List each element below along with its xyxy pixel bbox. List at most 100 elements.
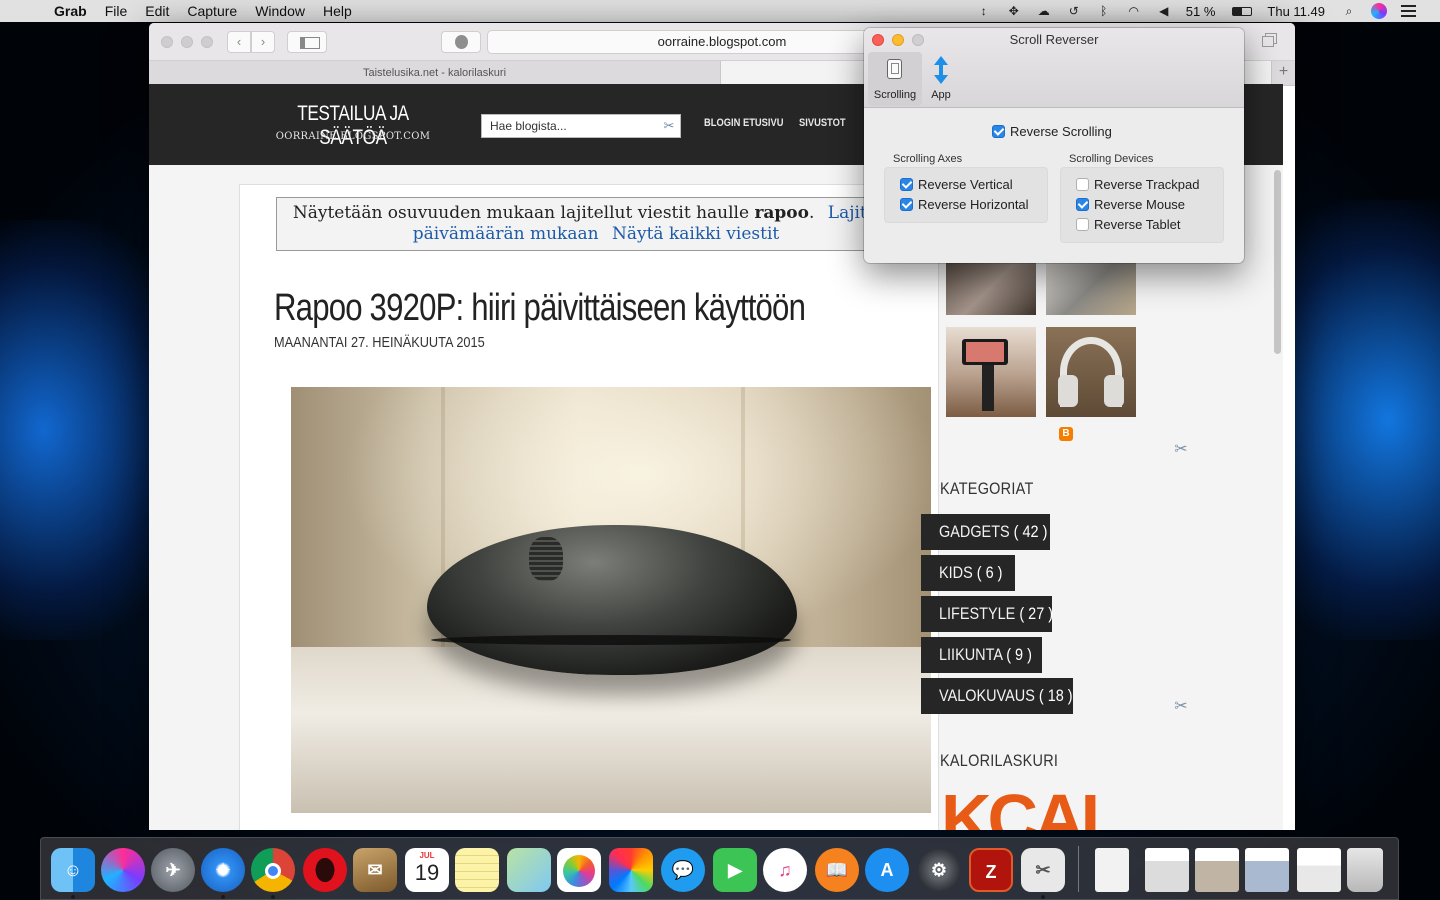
blogger-icon[interactable]: B [1059,427,1073,441]
sidebar-toggle-icon[interactable] [287,31,327,53]
screenshot-stack-1[interactable] [1145,848,1189,892]
menu-bar: Grab File Edit Capture Window Help ↕ ✥ ☁… [0,0,1440,22]
category-count: ( 18 ) [1038,686,1073,705]
safari-icon[interactable]: ✧ [201,848,245,892]
calendar-month: JUL [419,851,435,860]
back-button[interactable]: ‹ [227,31,251,53]
opera-icon[interactable] [303,848,347,892]
grab-icon[interactable]: ✂ [1021,848,1065,892]
facetime-icon[interactable]: ▶ [713,848,757,892]
notification-center-icon[interactable] [1401,5,1416,17]
screenshot-stack-3[interactable] [1245,848,1289,892]
mail-icon[interactable]: ✉ [353,848,397,892]
trash-icon[interactable] [1347,848,1383,892]
dock-separator [1078,846,1079,892]
nav-sites[interactable]: SIVUSTOT [799,117,846,129]
notice-text: Näytetään osuvuuden mukaan lajitellut vi… [292,203,755,223]
tab-app[interactable]: App [914,52,968,106]
category-kids[interactable]: KIDS ( 6 ) [921,555,1015,591]
messages-icon[interactable]: 💬 [661,848,705,892]
bluetooth-icon[interactable]: ᛒ [1096,4,1112,18]
reverse-mouse-checkbox[interactable]: Reverse Mouse [1076,197,1185,212]
checkbox-checked[interactable] [900,198,913,211]
pinwheel-app-icon[interactable] [609,848,653,892]
document-stack-icon[interactable] [1095,848,1129,892]
menu-edit[interactable]: Edit [145,3,169,19]
photos-icon[interactable] [557,848,601,892]
browser-minimize-button[interactable] [181,36,193,48]
ibooks-icon[interactable]: 📖 [815,848,859,892]
reverse-horizontal-checkbox[interactable]: Reverse Horizontal [900,197,1029,212]
thumbnail-drone-2[interactable] [1046,259,1136,315]
volume-icon[interactable]: ◀ [1156,4,1172,18]
screenshot-stack-4[interactable] [1297,848,1341,892]
wifi-icon[interactable]: ◠ [1126,4,1142,18]
menu-help[interactable]: Help [323,3,352,19]
calendar-icon[interactable]: JUL 19 [405,848,449,892]
battery-icon[interactable] [1231,4,1253,18]
menu-capture[interactable]: Capture [187,3,237,19]
checkbox-checked[interactable] [900,178,913,191]
menubar-clock[interactable]: Thu 11.49 [1267,4,1325,19]
cloud-icon[interactable]: ☁ [1036,4,1052,18]
itunes-icon[interactable]: ♫ [763,848,807,892]
category-name: GADGETS [939,522,1010,541]
scroll-reverser-status-icon[interactable]: ↕ [976,4,992,18]
finder-icon[interactable]: ☺ [51,848,95,892]
blog-search-input[interactable]: Hae blogista... ✂ [481,114,681,138]
filezilla-icon[interactable]: Z [969,848,1013,892]
nav-blog-home[interactable]: BLOGIN ETUSIVU [704,117,783,129]
category-name: KIDS [939,563,973,582]
chrome-icon[interactable] [251,848,295,892]
menu-window[interactable]: Window [255,3,305,19]
blog-title[interactable]: TESTAILUA JA SÄÄTÖÄ [278,102,429,150]
screenshot-stack-2[interactable] [1195,848,1239,892]
accessibility-icon[interactable]: ✥ [1006,4,1022,18]
battery-percent[interactable]: 51 % [1186,4,1216,19]
new-tab-button[interactable]: + [1271,61,1295,85]
tab-overview-icon[interactable] [1257,31,1281,53]
thumbnail-headphones[interactable] [1046,327,1136,417]
reverse-tablet-checkbox[interactable]: Reverse Tablet [1076,217,1180,232]
post-image-mouse[interactable] [291,387,931,813]
siri-icon[interactable] [1371,3,1387,19]
widget-tools-icon[interactable]: ✂ [1171,440,1191,460]
search-tools-icon[interactable]: ✂ [660,117,678,135]
browser-close-button[interactable] [161,36,173,48]
checkbox-checked[interactable] [1076,198,1089,211]
thumbnail-drone-1[interactable] [946,259,1036,315]
siri-dock-icon[interactable] [101,848,145,892]
app-menu[interactable]: Grab [54,3,87,19]
maps-icon[interactable] [507,848,551,892]
checkbox-unchecked[interactable] [1076,218,1089,231]
launchpad-icon[interactable]: ✈ [151,848,195,892]
forward-button[interactable]: › [251,31,275,53]
thumbnail-gimbal[interactable] [946,327,1036,417]
system-preferences-icon[interactable]: ⚙ [917,848,961,892]
tab-kalorilaskuri[interactable]: Taistelusika.net - kalorilaskuri [149,61,721,85]
reverse-vertical-checkbox[interactable]: Reverse Vertical [900,177,1013,192]
browser-zoom-button[interactable] [201,36,213,48]
show-all-posts-link[interactable]: Näytä kaikki viestit [612,224,779,244]
checkbox-checked[interactable] [992,125,1005,138]
privacy-shield-icon[interactable] [441,31,481,53]
widget-tools-icon-2[interactable]: ✂ [1171,697,1191,717]
page-scrollbar[interactable] [1274,170,1281,354]
spotlight-icon[interactable]: ⌕ [1341,4,1357,18]
reverse-scrolling-checkbox[interactable]: Reverse Scrolling [992,124,1112,139]
kcal-logo[interactable]: KCAL [941,784,1123,830]
checkbox-unchecked[interactable] [1076,178,1089,191]
menu-file[interactable]: File [105,3,128,19]
category-liikunta[interactable]: LIIKUNTA ( 9 ) [921,637,1042,673]
post-title[interactable]: Rapoo 3920P: hiiri päivittäiseen käyttöö… [274,287,806,330]
category-lifestyle[interactable]: LIFESTYLE ( 27 ) [921,596,1053,632]
category-valokuvaus[interactable]: VALOKUVAUS ( 18 ) [921,678,1073,714]
reverse-vertical-label: Reverse Vertical [918,177,1013,192]
running-indicator [271,895,275,899]
time-machine-icon[interactable]: ↺ [1066,4,1082,18]
app-store-icon[interactable]: A [865,848,909,892]
category-gadgets[interactable]: GADGETS ( 42 ) [921,514,1050,550]
notes-icon[interactable] [455,848,499,892]
reverse-trackpad-checkbox[interactable]: Reverse Trackpad [1076,177,1200,192]
sort-by-date-link-cont[interactable]: päivämäärän mukaan [413,224,599,244]
